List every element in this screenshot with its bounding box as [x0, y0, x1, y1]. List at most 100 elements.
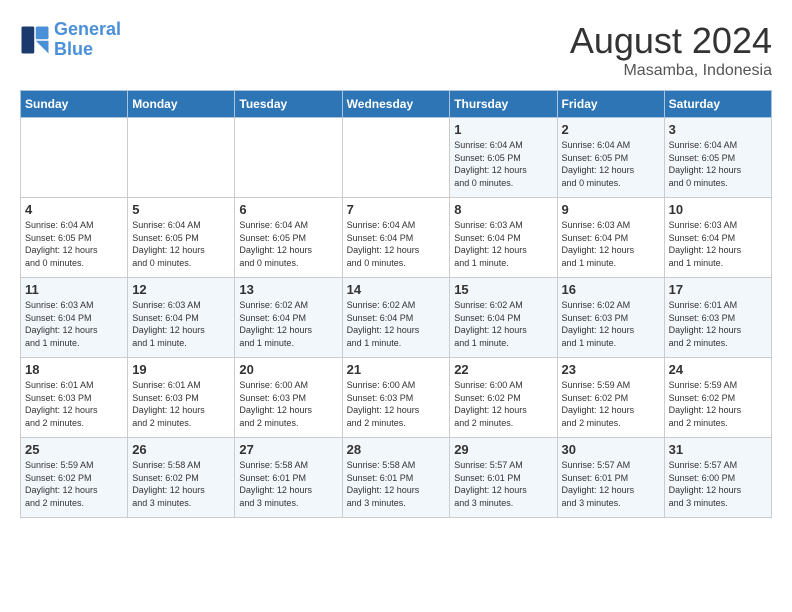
calendar-week-2: 4 Sunrise: 6:04 AM Sunset: 6:05 PM Daylig… [21, 198, 772, 278]
day-number: 26 [132, 442, 230, 457]
header-sunday: Sunday [21, 91, 128, 118]
calendar-cell: 18Sunrise: 6:01 AM Sunset: 6:03 PM Dayli… [21, 358, 128, 438]
day-info: Sunrise: 6:03 AM Sunset: 6:04 PM Dayligh… [25, 299, 123, 349]
calendar-cell: 5 Sunrise: 6:04 AM Sunset: 6:05 PM Daylig… [128, 198, 235, 278]
day-number: 21 [347, 362, 446, 377]
header-saturday: Saturday [664, 91, 771, 118]
day-info: Sunrise: 6:04 AM Sunset: 6:05 PM Dayligh… [562, 139, 660, 189]
day-info: Sunrise: 5:58 AM Sunset: 6:01 PM Dayligh… [239, 459, 337, 509]
calendar-cell: 12Sunrise: 6:03 AM Sunset: 6:04 PM Dayli… [128, 278, 235, 358]
calendar-cell: 21 Sunrise: 6:00 AM Sunset: 6:03 PM Dayli… [342, 358, 450, 438]
day-number: 14 [347, 282, 446, 297]
day-info: Sunrise: 6:00 AM Sunset: 6:02 PM Dayligh… [454, 379, 552, 429]
day-number: 15 [454, 282, 552, 297]
calendar-cell: 9 Sunrise: 6:03 AM Sunset: 6:04 PM Daylig… [557, 198, 664, 278]
day-info: Sunrise: 6:00 AM Sunset: 6:03 PM Dayligh… [239, 379, 337, 429]
calendar-week-4: 18Sunrise: 6:01 AM Sunset: 6:03 PM Dayli… [21, 358, 772, 438]
calendar-cell: 13 Sunrise: 6:02 AM Sunset: 6:04 PM Dayli… [235, 278, 342, 358]
day-number: 4 [25, 202, 123, 217]
day-info: Sunrise: 5:57 AM Sunset: 6:01 PM Dayligh… [562, 459, 660, 509]
calendar-cell: 31Sunrise: 5:57 AM Sunset: 6:00 PM Dayli… [664, 438, 771, 518]
header-tuesday: Tuesday [235, 91, 342, 118]
day-info: Sunrise: 6:04 AM Sunset: 6:04 PM Dayligh… [347, 219, 446, 269]
day-info: Sunrise: 5:57 AM Sunset: 6:00 PM Dayligh… [669, 459, 767, 509]
day-info: Sunrise: 6:01 AM Sunset: 6:03 PM Dayligh… [132, 379, 230, 429]
logo: General Blue [20, 20, 121, 60]
day-info: Sunrise: 6:04 AM Sunset: 6:05 PM Dayligh… [669, 139, 767, 189]
day-info: Sunrise: 6:04 AM Sunset: 6:05 PM Dayligh… [454, 139, 552, 189]
day-number: 7 [347, 202, 446, 217]
day-info: Sunrise: 6:01 AM Sunset: 6:03 PM Dayligh… [669, 299, 767, 349]
day-number: 28 [347, 442, 446, 457]
calendar-cell: 11 Sunrise: 6:03 AM Sunset: 6:04 PM Dayli… [21, 278, 128, 358]
calendar-cell: 27 Sunrise: 5:58 AM Sunset: 6:01 PM Dayli… [235, 438, 342, 518]
calendar-cell: 3Sunrise: 6:04 AM Sunset: 6:05 PM Daylig… [664, 118, 771, 198]
day-number: 9 [562, 202, 660, 217]
calendar-header-row: SundayMondayTuesdayWednesdayThursdayFrid… [21, 91, 772, 118]
day-number: 6 [239, 202, 337, 217]
calendar-cell: 7 Sunrise: 6:04 AM Sunset: 6:04 PM Daylig… [342, 198, 450, 278]
calendar-cell: 17 Sunrise: 6:01 AM Sunset: 6:03 PM Dayli… [664, 278, 771, 358]
calendar-cell: 28 Sunrise: 5:58 AM Sunset: 6:01 PM Dayli… [342, 438, 450, 518]
day-info: Sunrise: 6:04 AM Sunset: 6:05 PM Dayligh… [132, 219, 230, 269]
calendar-cell: 6Sunrise: 6:04 AM Sunset: 6:05 PM Daylig… [235, 198, 342, 278]
calendar-cell: 14 Sunrise: 6:02 AM Sunset: 6:04 PM Dayli… [342, 278, 450, 358]
day-info: Sunrise: 5:58 AM Sunset: 6:02 PM Dayligh… [132, 459, 230, 509]
day-number: 5 [132, 202, 230, 217]
day-number: 11 [25, 282, 123, 297]
day-info: Sunrise: 6:01 AM Sunset: 6:03 PM Dayligh… [25, 379, 123, 429]
calendar-week-3: 11 Sunrise: 6:03 AM Sunset: 6:04 PM Dayli… [21, 278, 772, 358]
calendar-cell [342, 118, 450, 198]
calendar-cell: 2 Sunrise: 6:04 AM Sunset: 6:05 PM Daylig… [557, 118, 664, 198]
calendar-cell: 20Sunrise: 6:00 AM Sunset: 6:03 PM Dayli… [235, 358, 342, 438]
day-info: Sunrise: 6:03 AM Sunset: 6:04 PM Dayligh… [669, 219, 767, 269]
month-year-title: August 2024 [570, 20, 772, 62]
day-info: Sunrise: 5:58 AM Sunset: 6:01 PM Dayligh… [347, 459, 446, 509]
calendar-cell: 19 Sunrise: 6:01 AM Sunset: 6:03 PM Dayli… [128, 358, 235, 438]
day-number: 12 [132, 282, 230, 297]
calendar-cell: 4 Sunrise: 6:04 AM Sunset: 6:05 PM Daylig… [21, 198, 128, 278]
day-info: Sunrise: 6:02 AM Sunset: 6:03 PM Dayligh… [562, 299, 660, 349]
calendar-cell: 23 Sunrise: 5:59 AM Sunset: 6:02 PM Dayli… [557, 358, 664, 438]
day-number: 23 [562, 362, 660, 377]
day-info: Sunrise: 6:03 AM Sunset: 6:04 PM Dayligh… [454, 219, 552, 269]
day-number: 13 [239, 282, 337, 297]
day-number: 17 [669, 282, 767, 297]
logo-icon [20, 25, 50, 55]
day-number: 16 [562, 282, 660, 297]
calendar-cell [21, 118, 128, 198]
day-number: 27 [239, 442, 337, 457]
header-thursday: Thursday [450, 91, 557, 118]
day-info: Sunrise: 5:59 AM Sunset: 6:02 PM Dayligh… [669, 379, 767, 429]
day-info: Sunrise: 6:02 AM Sunset: 6:04 PM Dayligh… [347, 299, 446, 349]
day-number: 10 [669, 202, 767, 217]
calendar-cell: 1 Sunrise: 6:04 AM Sunset: 6:05 PM Daylig… [450, 118, 557, 198]
calendar-cell: 22 Sunrise: 6:00 AM Sunset: 6:02 PM Dayli… [450, 358, 557, 438]
header-monday: Monday [128, 91, 235, 118]
location-title: Masamba, Indonesia [570, 62, 772, 80]
calendar-cell [128, 118, 235, 198]
calendar-cell: 30 Sunrise: 5:57 AM Sunset: 6:01 PM Dayli… [557, 438, 664, 518]
calendar-cell [235, 118, 342, 198]
day-info: Sunrise: 6:04 AM Sunset: 6:05 PM Dayligh… [25, 219, 123, 269]
day-info: Sunrise: 6:02 AM Sunset: 6:04 PM Dayligh… [239, 299, 337, 349]
header-friday: Friday [557, 91, 664, 118]
day-number: 30 [562, 442, 660, 457]
day-number: 1 [454, 122, 552, 137]
calendar-table: SundayMondayTuesdayWednesdayThursdayFrid… [20, 90, 772, 518]
logo-text: General Blue [54, 20, 121, 60]
day-number: 19 [132, 362, 230, 377]
day-info: Sunrise: 6:03 AM Sunset: 6:04 PM Dayligh… [562, 219, 660, 269]
header-wednesday: Wednesday [342, 91, 450, 118]
calendar-cell: 15Sunrise: 6:02 AM Sunset: 6:04 PM Dayli… [450, 278, 557, 358]
calendar-cell: 16 Sunrise: 6:02 AM Sunset: 6:03 PM Dayli… [557, 278, 664, 358]
day-info: Sunrise: 6:00 AM Sunset: 6:03 PM Dayligh… [347, 379, 446, 429]
day-number: 29 [454, 442, 552, 457]
page-header: General Blue August 2024 Masamba, Indone… [20, 20, 772, 80]
day-number: 22 [454, 362, 552, 377]
day-number: 8 [454, 202, 552, 217]
day-number: 2 [562, 122, 660, 137]
day-number: 24 [669, 362, 767, 377]
calendar-week-5: 25Sunrise: 5:59 AM Sunset: 6:02 PM Dayli… [21, 438, 772, 518]
day-info: Sunrise: 5:59 AM Sunset: 6:02 PM Dayligh… [562, 379, 660, 429]
